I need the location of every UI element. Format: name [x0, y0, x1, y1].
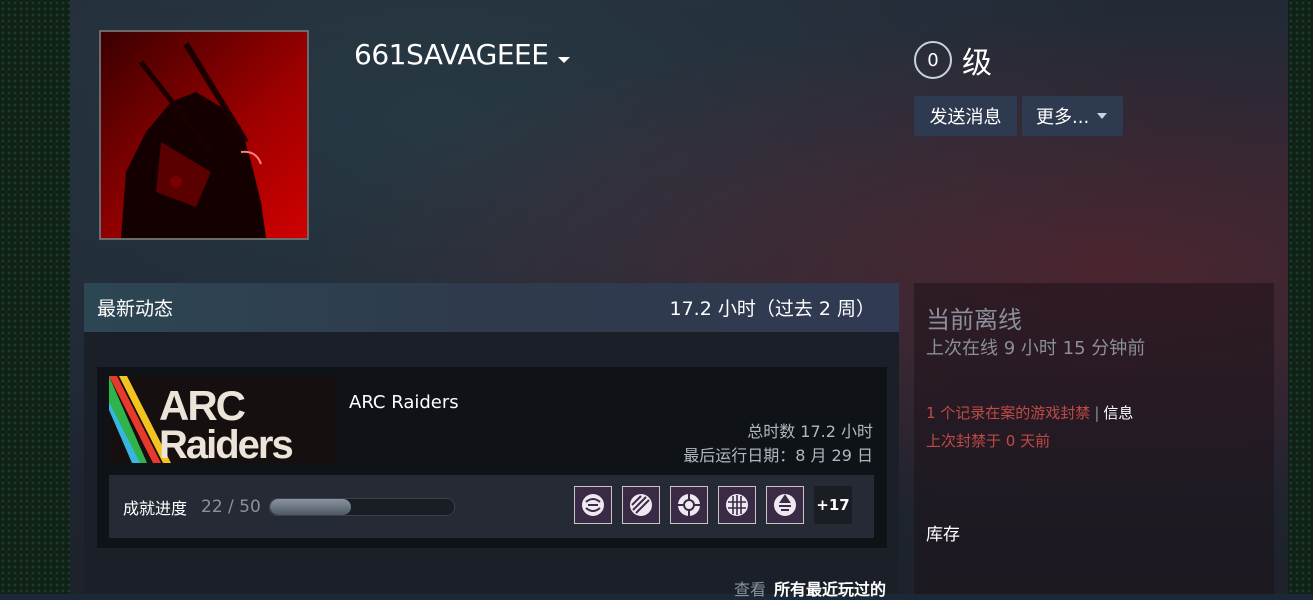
- ban-separator: |: [1094, 404, 1100, 422]
- game-logo[interactable]: ARC Raiders: [109, 376, 337, 463]
- view-all-recent-link[interactable]: 所有最近玩过的: [774, 580, 886, 599]
- more-button[interactable]: 更多...: [1022, 96, 1123, 136]
- achievement-progress-bar: 成就进度 22 / 50 +17: [109, 475, 874, 538]
- username-dropdown[interactable]: 661SAVAGEEE: [354, 38, 571, 71]
- recent-activity-title: 最新动态: [97, 298, 174, 320]
- level-badge: 0: [914, 41, 952, 79]
- chevron-down-icon: [1097, 113, 1108, 119]
- more-label: 更多...: [1036, 107, 1090, 128]
- right-background-pattern: [1288, 0, 1313, 594]
- last-online: 上次在线 9 小时 15 分钟前: [926, 338, 1146, 359]
- chevron-down-icon: [558, 56, 571, 63]
- achievement-progress-fill: [269, 498, 351, 515]
- recent-hours: 17.2 小时（过去 2 周）: [669, 298, 875, 320]
- ban-record-text: 1 个记录在案的游戏封禁: [926, 404, 1091, 422]
- achievement-2-icon[interactable]: [622, 486, 660, 524]
- achievement-count: 22 / 50: [201, 496, 261, 517]
- logo-text-raiders: Raiders: [159, 423, 292, 463]
- send-message-button[interactable]: 发送消息: [914, 96, 1017, 136]
- ban-record: 1 个记录在案的游戏封禁 | 信息: [926, 402, 1133, 423]
- game-last-played: 最后运行日期：8 月 29 日: [683, 446, 873, 465]
- avatar-image: [101, 32, 307, 238]
- view-prefix: 查看: [733, 580, 766, 599]
- achievement-icons: +17: [574, 486, 852, 524]
- avatar[interactable]: [99, 30, 309, 240]
- achievement-label[interactable]: 成就进度: [123, 495, 187, 519]
- profile-level: 0 级: [914, 38, 992, 82]
- achievement-3-icon[interactable]: [670, 486, 708, 524]
- more-achievements-button[interactable]: +17: [814, 486, 852, 524]
- game-total-hours: 总时数 17.2 小时: [747, 422, 873, 441]
- arc-raiders-logo: ARC Raiders: [109, 376, 337, 463]
- online-status: 当前离线: [926, 306, 1022, 334]
- achievement-progress-track: [268, 497, 455, 516]
- send-message-label: 发送消息: [929, 107, 1002, 128]
- level-label: 级: [962, 46, 992, 81]
- achievement-1-icon[interactable]: [574, 486, 612, 524]
- left-background-pattern: [0, 0, 70, 594]
- recent-activity-header: 最新动态 17.2 小时（过去 2 周）: [84, 283, 899, 332]
- ban-info-link[interactable]: 信息: [1103, 404, 1133, 422]
- logo-text-arc: ARC: [159, 382, 246, 429]
- last-ban: 上次封禁于 0 天前: [926, 432, 1051, 450]
- game-name-link[interactable]: ARC Raiders: [349, 392, 459, 413]
- achievement-5-icon[interactable]: [766, 486, 804, 524]
- inventory-link[interactable]: 库存: [926, 520, 960, 545]
- view-all-recent: 查看 所有最近玩过的: [734, 576, 886, 600]
- username: 661SAVAGEEE: [354, 38, 549, 71]
- achievement-4-icon[interactable]: [718, 486, 756, 524]
